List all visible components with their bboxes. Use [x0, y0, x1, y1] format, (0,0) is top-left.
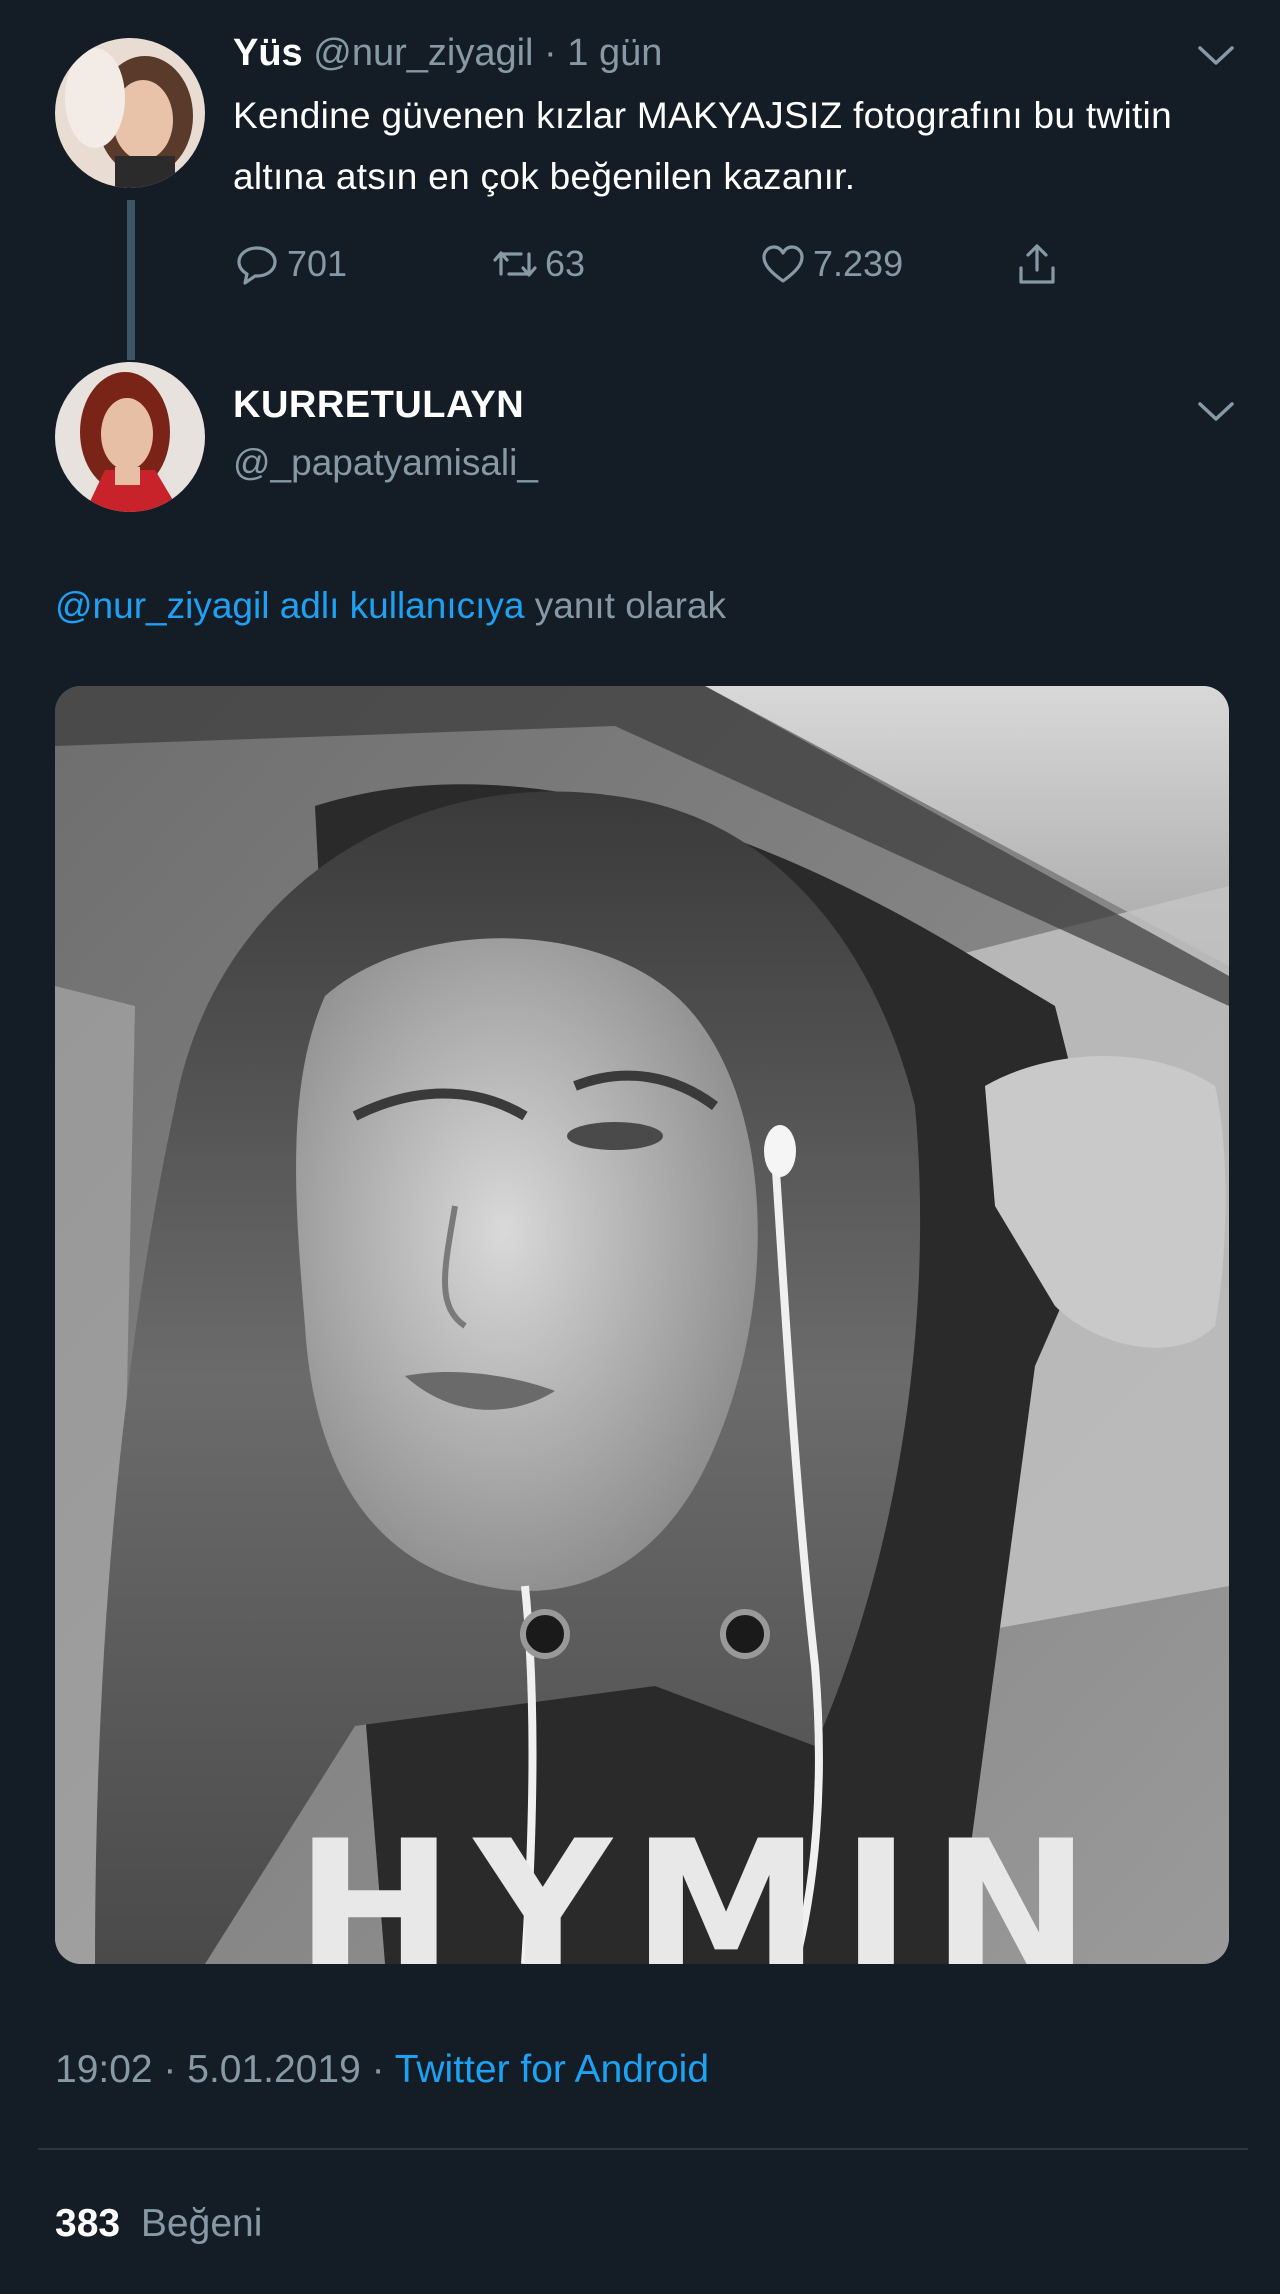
chevron-down-icon[interactable]: [1196, 44, 1236, 68]
parent-display-name[interactable]: Yüs: [233, 32, 303, 74]
reply-icon: [233, 240, 281, 288]
share-button[interactable]: [1013, 238, 1067, 290]
parent-avatar[interactable]: [55, 38, 205, 188]
tweet-photo-image: HYMIN: [55, 686, 1229, 1964]
chevron-down-icon[interactable]: [1196, 400, 1236, 424]
replying-to-suffix: yanıt olarak: [534, 585, 727, 626]
parent-tweet-text: Kendine güvenen kızlar MAKYAJSIZ fotogra…: [233, 95, 1172, 197]
retweet-count: 63: [545, 243, 586, 284]
like-count: 7.239: [813, 243, 904, 284]
tweet-timestamp-line: 19:02 · 5.01.2019 · Twitter for Android: [55, 2042, 709, 2098]
reply-count: 701: [287, 243, 348, 284]
tweet-timestamp[interactable]: 19:02 · 5.01.2019 ·: [55, 2048, 385, 2091]
reply-handle[interactable]: @_papatyamisali_: [233, 438, 538, 488]
reply-avatar[interactable]: [55, 362, 205, 512]
parent-action-bar: 701 63 7.239: [233, 238, 1133, 290]
tweet-detail-screen: Yüs @nur_ziyagil · 1 gün Kendine güvenen…: [0, 0, 1280, 2294]
likes-count: 383: [55, 2202, 121, 2245]
retweet-button[interactable]: 63: [491, 238, 585, 290]
tweet-photo[interactable]: HYMIN: [55, 686, 1229, 1964]
parent-header: Yüs @nur_ziyagil · 1 gün: [233, 28, 662, 78]
thread-connector-line: [127, 200, 135, 360]
tweet-source-link[interactable]: Twitter for Android: [395, 2048, 709, 2091]
parent-handle-text[interactable]: @nur_ziyagil: [313, 32, 533, 74]
divider: [38, 2148, 1248, 2150]
reply-avatar-image: [55, 362, 205, 512]
photo-caption: HYMIN: [295, 1800, 1110, 1964]
like-button[interactable]: 7.239: [759, 238, 903, 290]
likes-label: Beğeni: [140, 2202, 263, 2245]
parent-handle[interactable]: @nur_ziyagil · 1 gün: [313, 32, 662, 74]
reply-button[interactable]: 701: [233, 238, 347, 290]
heart-icon: [759, 240, 807, 288]
share-icon: [1013, 240, 1061, 288]
parent-avatar-image: [55, 38, 205, 188]
replying-to-line: @nur_ziyagil adlı kullanıcıya yanıt olar…: [55, 578, 726, 634]
reply-display-name[interactable]: KURRETULAYN: [233, 380, 524, 430]
parent-time[interactable]: 1 gün: [567, 32, 662, 74]
replying-to-link[interactable]: @nur_ziyagil adlı kullanıcıya: [55, 585, 524, 626]
likes-summary[interactable]: 383 Beğeni: [55, 2196, 262, 2252]
retweet-icon: [491, 240, 539, 288]
